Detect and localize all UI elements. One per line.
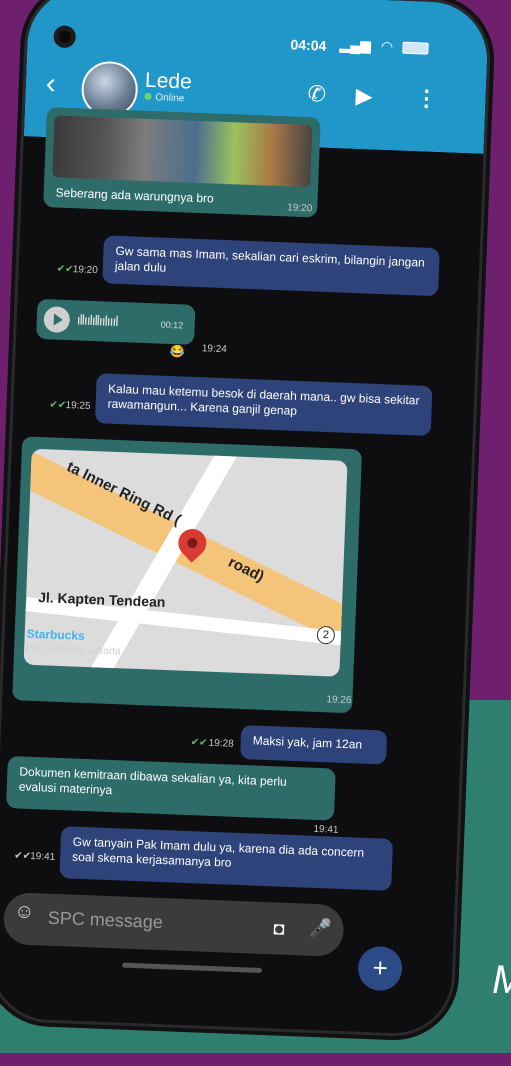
menu-kebab-icon[interactable]: ⋮: [415, 85, 438, 112]
location-map[interactable]: ta Inner Ring Rd ( road) Jl. Kapten Tend…: [23, 448, 348, 677]
phone-screen: 04:04 ▂▄▆ ◠ ‹ Lede Online ✆ ▶ ⋮ Seberang…: [0, 0, 490, 1036]
message-time: 19:24: [201, 343, 228, 356]
emoji-smiley-icon[interactable]: ☺: [14, 900, 35, 924]
online-dot-icon: [144, 92, 152, 101]
message-time: 19:20: [287, 202, 313, 215]
phone-mockup: 04:04 ▂▄▆ ◠ ‹ Lede Online ✆ ▶ ⋮ Seberang…: [0, 0, 511, 1066]
presence-status: Online: [144, 92, 185, 105]
contact-name[interactable]: Lede: [145, 69, 193, 95]
message-text: Seberang ada warungnya bro: [55, 185, 214, 206]
message-text: Gw sama mas Imam, sekalian cari eskrim, …: [114, 243, 425, 275]
message-input[interactable]: SPC message: [47, 908, 163, 933]
microphone-icon[interactable]: 🎤: [309, 918, 332, 940]
front-camera: [53, 25, 77, 49]
audio-duration: 00:12: [160, 319, 184, 331]
location-name[interactable]: Starbucks: [26, 627, 85, 643]
message-time: 19:26: [326, 694, 352, 707]
delivered-check-icon: ✔✔: [13, 850, 32, 863]
read-check-icon: ✔✔: [56, 263, 74, 276]
message-text: Dokumen kemitraan dibawa sekalian ya, ki…: [18, 764, 287, 798]
status-icons: ▂▄▆ ◠: [339, 36, 430, 56]
message-time: 19:20: [72, 264, 98, 277]
message-time: 19:41: [29, 850, 56, 863]
reaction-emoji[interactable]: 😂: [169, 344, 184, 359]
message-text: Maksi yak, jam 12an: [252, 733, 363, 752]
back-arrow-icon[interactable]: ‹: [45, 67, 56, 101]
battery-icon: [402, 41, 430, 55]
wifi-icon: ◠: [380, 37, 394, 55]
message-bubble-outgoing[interactable]: Maksi yak, jam 12an: [240, 724, 388, 765]
audio-play-button[interactable]: [43, 306, 71, 334]
video-call-icon[interactable]: ▶: [355, 83, 373, 110]
message-time: 19:41: [313, 823, 339, 836]
audio-waveform-icon[interactable]: ıllıılıllıılıııl: [77, 311, 118, 329]
message-time: 19:28: [208, 737, 234, 750]
signal-icon: ▂▄▆: [339, 36, 372, 54]
message-text: Gw tanyain Pak Imam dulu ya, karena dia …: [71, 834, 365, 870]
read-check-icon: ✔✔: [49, 399, 67, 412]
read-check-icon: ✔✔: [190, 737, 208, 749]
presence-status-label: Online: [155, 92, 185, 105]
shop-photo[interactable]: [52, 115, 313, 188]
phone-call-icon[interactable]: ✆: [307, 81, 326, 108]
message-image-bubble[interactable]: Seberang ada warungnya bro 19:20: [43, 107, 321, 218]
message-text: Kalau mau ketemu besok di daerah mana.. …: [107, 381, 420, 418]
camera-icon[interactable]: ◘: [273, 918, 285, 939]
message-time: 19:25: [65, 400, 91, 412]
message-audio-bubble[interactable]: ıllıılıllıılıııl 00:12: [36, 298, 196, 345]
status-time: 04:04: [290, 36, 327, 54]
